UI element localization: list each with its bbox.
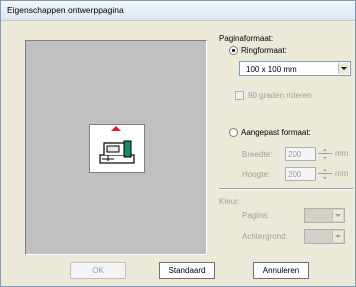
page-color-label: Pagina: xyxy=(242,211,270,220)
red-up-arrow-icon xyxy=(111,126,121,131)
chevron-down-icon[interactable] xyxy=(338,63,349,74)
width-label: Breedte: xyxy=(242,150,273,159)
color-heading: Kleur: xyxy=(219,197,240,206)
stepper-up-icon[interactable] xyxy=(318,167,332,174)
section-divider xyxy=(219,188,353,190)
background-color-select[interactable] xyxy=(304,229,345,244)
width-input[interactable]: 200 xyxy=(285,147,316,161)
height-spinner[interactable]: 200 mm xyxy=(285,167,356,181)
window-title: Eigenschappen ontwerppagina xyxy=(7,5,124,15)
background-color-label: Achtergrond: xyxy=(242,232,288,241)
embroidery-machine-icon xyxy=(99,140,135,164)
height-stepper[interactable] xyxy=(318,167,332,181)
page-properties-dialog: Eigenschappen ontwerppagina Paginaformaa… xyxy=(0,0,356,287)
cancel-button[interactable]: Annuleren xyxy=(253,262,309,279)
design-page-preview xyxy=(25,40,207,255)
rotate-checkbox[interactable] xyxy=(235,91,244,100)
hoop-size-value: 100 x 100 mm xyxy=(246,65,297,74)
stepper-up-icon[interactable] xyxy=(318,147,332,154)
page-format-heading: Paginaformaat: xyxy=(219,34,274,43)
chevron-down-icon[interactable] xyxy=(332,231,343,242)
default-button[interactable]: Standaard xyxy=(159,262,215,279)
hoop-preview xyxy=(89,124,145,173)
height-label: Hoogte: xyxy=(242,170,271,179)
dialog-body: Paginaformaat: Ringformaat: 100 x 100 mm… xyxy=(1,21,355,286)
stepper-down-icon[interactable] xyxy=(318,174,332,181)
height-input[interactable]: 200 xyxy=(285,167,316,181)
title-bar[interactable]: Eigenschappen ontwerppagina xyxy=(1,1,355,21)
width-spinner[interactable]: 200 mm xyxy=(285,147,356,161)
chevron-down-icon[interactable] xyxy=(332,210,343,221)
page-color-select[interactable] xyxy=(304,208,345,223)
hoop-size-label: Ringformaat: xyxy=(241,46,287,55)
width-stepper[interactable] xyxy=(318,147,332,161)
rotate-label: 90 graden roteren xyxy=(248,91,312,100)
width-unit: mm xyxy=(335,149,349,158)
ok-button[interactable]: OK xyxy=(70,262,126,279)
custom-size-label: Aangepast formaat: xyxy=(241,128,311,137)
hoop-size-radio[interactable] xyxy=(229,46,238,55)
hoop-size-select[interactable]: 100 x 100 mm xyxy=(239,61,351,76)
stepper-down-icon[interactable] xyxy=(318,154,332,161)
height-unit: mm xyxy=(335,169,349,178)
custom-size-radio[interactable] xyxy=(229,128,238,137)
